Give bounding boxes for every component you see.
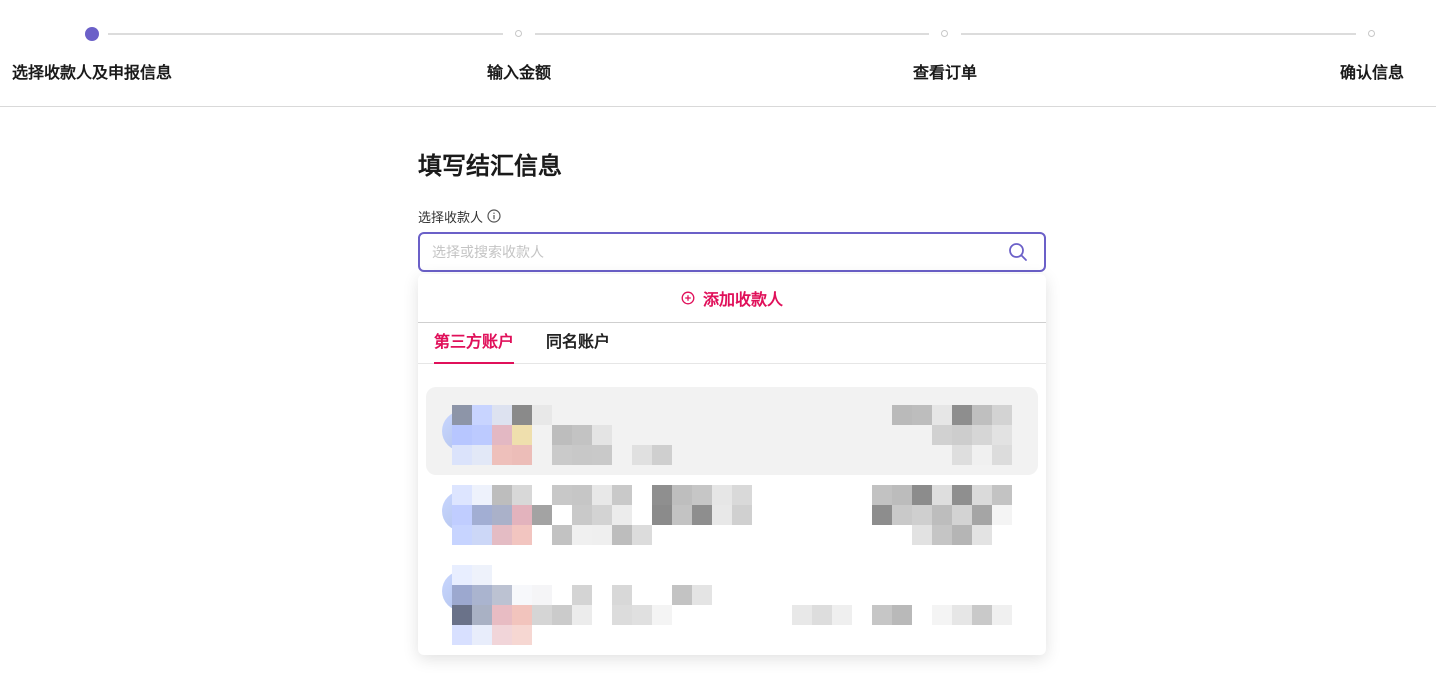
tab-same-name[interactable]: 同名账户 — [546, 332, 610, 362]
payee-field-label: 选择收款人 — [418, 207, 1046, 226]
step-4-label: 确认信息 — [1340, 63, 1405, 82]
payee-label-text: 选择收款人 — [418, 210, 484, 226]
step-1-indicator — [85, 27, 99, 41]
payee-search-box[interactable] — [418, 232, 1046, 272]
step-1-label: 选择收款人及申报信息 — [12, 63, 173, 82]
account-tabs: 第三方账户 同名账户 — [418, 323, 1046, 364]
add-payee-label: 添加收款人 — [702, 290, 783, 309]
payee-dropdown: 添加收款人 第三方账户 同名账户 — [418, 274, 1046, 655]
step-4-indicator — [1368, 30, 1375, 37]
step-connector — [535, 33, 929, 35]
step-2-label: 输入金额 — [487, 63, 552, 82]
step-3-label: 查看订单 — [913, 63, 978, 82]
payee-list-item[interactable] — [426, 467, 1038, 555]
info-icon[interactable] — [487, 209, 501, 223]
payee-list-item[interactable] — [426, 547, 1038, 645]
payee-search-input[interactable] — [430, 234, 994, 272]
tab-third-party[interactable]: 第三方账户 — [434, 332, 515, 364]
payee-list-item[interactable] — [426, 387, 1038, 475]
add-payee-button[interactable]: 添加收款人 — [418, 274, 1046, 323]
progress-stepper: 选择收款人及申报信息 输入金额 查看订单 确认信息 — [0, 0, 1436, 107]
step-connector — [961, 33, 1356, 35]
step-connector — [108, 33, 503, 35]
search-icon[interactable] — [1008, 242, 1028, 262]
step-2-indicator — [515, 30, 522, 37]
plus-circle-icon — [681, 291, 695, 305]
page-title: 填写结汇信息 — [418, 152, 562, 180]
remittance-form: 填写结汇信息 选择收款人 — [418, 140, 1046, 272]
step-3-indicator — [941, 30, 948, 37]
